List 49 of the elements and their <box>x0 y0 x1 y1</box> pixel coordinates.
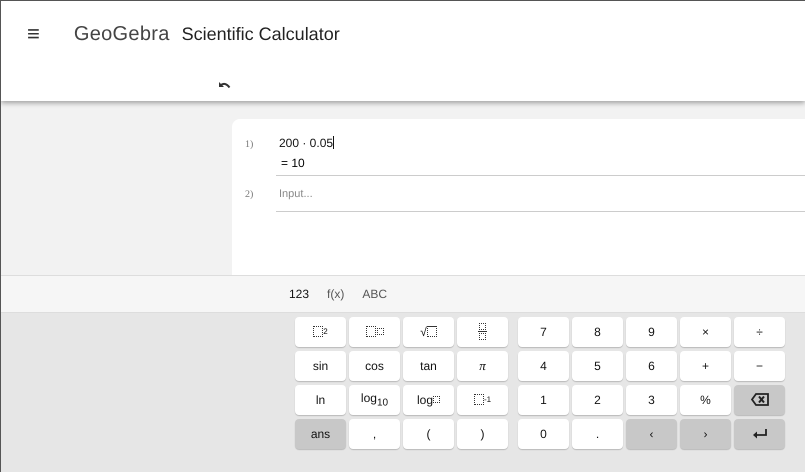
row-number: 2) <box>244 188 254 202</box>
keyboard-key[interactable]: . <box>572 418 623 448</box>
keyboard-key[interactable]: log$_{10}$ <box>349 384 400 414</box>
keyboard-key[interactable]: ans <box>295 418 346 448</box>
app-title: Scientific Calculator <box>182 24 340 44</box>
keyboard-key[interactable]: -1 <box>457 384 508 414</box>
keyboard-key[interactable]: › <box>680 418 731 448</box>
keyboard-key[interactable]: ( <box>403 418 454 448</box>
keyboard-key[interactable]: 0 <box>518 418 569 448</box>
keyboard-key[interactable]: 6 <box>626 350 677 380</box>
keyboard-key[interactable]: × <box>680 316 731 346</box>
keyboard-key[interactable] <box>457 316 508 346</box>
keyboard-key[interactable]: ÷ <box>734 316 785 346</box>
undo-icon[interactable] <box>217 81 231 91</box>
logo: GeoGebra <box>74 22 170 46</box>
keyboard-tab[interactable]: f(x) <box>319 282 352 304</box>
keyboard-key[interactable]: 8 <box>572 316 623 346</box>
row-number: 1) <box>244 138 254 152</box>
keyboard-tab[interactable]: ABC <box>354 282 396 304</box>
keyboard-key[interactable]: tan <box>403 350 454 380</box>
keyboard-key[interactable] <box>734 418 785 448</box>
keyboard-key[interactable]: , <box>349 418 400 448</box>
keyboard-key[interactable]: √ <box>403 316 454 346</box>
keyboard-key[interactable]: 2 <box>572 384 623 414</box>
input-field[interactable]: 200 · 0.05 <box>276 132 805 150</box>
keyboard-key[interactable]: 3 <box>626 384 677 414</box>
keyboard-key[interactable]: sin <box>295 350 346 380</box>
keyboard-key[interactable]: cos <box>349 350 400 380</box>
keyboard-key[interactable]: 9 <box>626 316 677 346</box>
enter-icon <box>752 428 768 440</box>
keyboard-key[interactable]: π <box>457 350 508 380</box>
backspace-icon <box>750 393 768 406</box>
keyboard-key[interactable]: 7 <box>518 316 569 346</box>
keyboard-tab[interactable]: 123 <box>281 282 318 304</box>
keyboard-key[interactable]: ‹ <box>626 418 677 448</box>
keyboard-key[interactable]: − <box>734 350 785 380</box>
keyboard-key[interactable]: 4 <box>518 350 569 380</box>
keyboard-key[interactable]: 2 <box>295 316 346 346</box>
result-text: = 10 <box>280 155 306 170</box>
keyboard-key[interactable]: log <box>403 384 454 414</box>
keyboard-key[interactable]: ) <box>457 418 508 448</box>
keyboard-key[interactable]: + <box>680 350 731 380</box>
menu-button[interactable]: ≡ <box>27 21 40 47</box>
keyboard-key[interactable]: 1 <box>518 384 569 414</box>
keyboard-key[interactable]: ln <box>295 384 346 414</box>
keyboard-key[interactable] <box>349 316 400 346</box>
keyboard-key[interactable]: % <box>680 384 731 414</box>
keyboard-key[interactable]: 5 <box>572 350 623 380</box>
keyboard-key[interactable] <box>734 384 785 414</box>
